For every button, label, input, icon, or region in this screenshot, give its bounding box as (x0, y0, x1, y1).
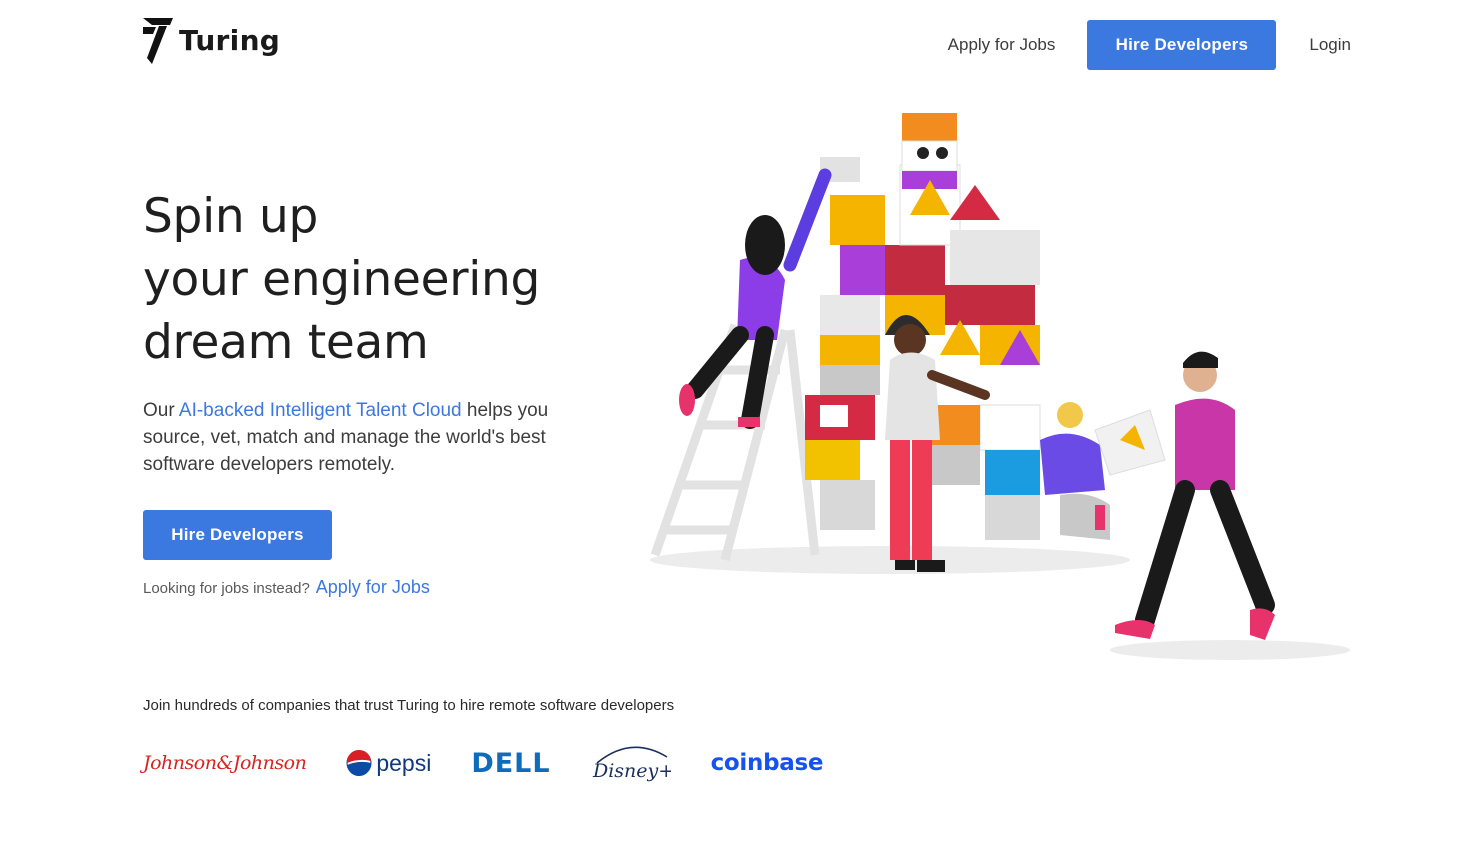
desc-prefix: Our (143, 400, 179, 421)
hero-title-line-1: Spin up (143, 189, 318, 244)
top-nav: Apply for Jobs Hire Developers Login (948, 20, 1351, 70)
pepsi-wordmark: pepsi (376, 749, 432, 776)
hero-illustration (650, 113, 1350, 660)
dell-logo: DELL (471, 748, 550, 779)
turing-logo-icon (143, 18, 173, 64)
hero-title: Spin up your engineering dream team (143, 185, 540, 374)
apply-for-jobs-hero-link[interactable]: Apply for Jobs (316, 577, 430, 598)
trust-statement: Join hundreds of companies that trust Tu… (143, 697, 675, 714)
client-logos: Johnson&Johnson pepsi DELL Disney+ coinb… (143, 738, 863, 788)
jobs-prompt-text: Looking for jobs instead? (143, 580, 310, 597)
login-link[interactable]: Login (1309, 35, 1351, 55)
hero-description: Our AI-backed Intelligent Talent Cloud h… (143, 397, 573, 478)
jj-wordmark: Johnson&Johnson (143, 752, 307, 774)
ladder (650, 323, 820, 562)
johnson-johnson-logo: Johnson&Johnson (143, 752, 307, 774)
coinbase-logo: coinbase (711, 750, 824, 776)
floor-shadow-right (1110, 640, 1350, 660)
crouching-man (1040, 402, 1110, 540)
hire-developers-nav-button[interactable]: Hire Developers (1087, 20, 1277, 70)
hero-title-line-3: dream team (143, 315, 429, 370)
jobs-prompt-row: Looking for jobs instead? Apply for Jobs (143, 577, 430, 598)
site-header: Turing Apply for Jobs Hire Developers Lo… (0, 0, 1458, 90)
disney-plus-logo: Disney+ (591, 741, 671, 785)
pepsi-globe-icon (346, 750, 372, 776)
hire-developers-hero-button[interactable]: Hire Developers (143, 510, 332, 560)
disney-plus-logo-art: Disney+ (592, 746, 671, 782)
turing-logo[interactable]: Turing (143, 18, 280, 64)
walking-man (1094, 351, 1275, 640)
coinbase-wordmark: coinbase (710, 750, 824, 776)
apply-for-jobs-link[interactable]: Apply for Jobs (948, 35, 1056, 55)
talent-cloud-link[interactable]: AI-backed Intelligent Talent Cloud (179, 400, 462, 421)
hero-title-line-2: your engineering (143, 252, 541, 307)
landing-page: Turing Apply for Jobs Hire Developers Lo… (0, 0, 1458, 855)
dell-wordmark: DELL (471, 747, 551, 779)
logo-text: Turing (179, 23, 281, 57)
pepsi-logo: pepsi (346, 750, 431, 777)
svg-text:Disney+: Disney+ (592, 760, 671, 782)
